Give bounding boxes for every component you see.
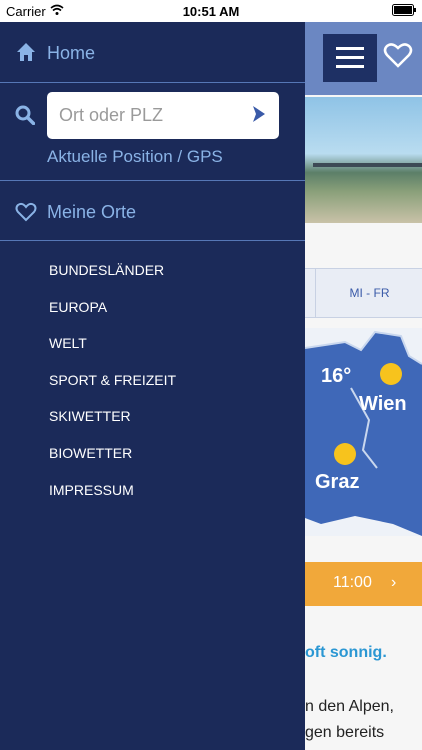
divider [0, 240, 305, 241]
home-label: Home [47, 43, 96, 63]
gps-location-link[interactable]: Aktuelle Position / GPS [47, 147, 223, 167]
map-city-1: Wien [359, 393, 407, 415]
battery-icon [392, 4, 416, 16]
search-go-arrow-icon[interactable] [252, 105, 266, 123]
favorite-heart-button[interactable] [383, 40, 413, 70]
nav-item-impressum[interactable]: IMPRESSUM [49, 482, 134, 498]
nav-item-welt[interactable]: WELT [49, 335, 87, 351]
forecast-headline: oft sonnig. [305, 644, 387, 661]
navigation-drawer: Home Ort oder PLZ Aktuelle Position / GP… [0, 22, 305, 750]
heart-icon [15, 202, 37, 222]
header-photo [305, 97, 422, 223]
home-item[interactable]: Home [0, 22, 305, 82]
time-label: 11:00 [333, 574, 372, 591]
time-selector-bar[interactable]: 11:00 › [305, 562, 422, 606]
menu-line-icon [336, 65, 364, 68]
nav-item-sport-freizeit[interactable]: SPORT & FREIZEIT [49, 372, 176, 388]
chevron-right-icon: › [391, 574, 397, 591]
sun-icon-1 [380, 363, 402, 385]
divider [0, 82, 305, 83]
menu-line-icon [336, 56, 364, 59]
sun-icon-2 [334, 443, 356, 465]
nav-item-biowetter[interactable]: BIOWETTER [49, 445, 132, 461]
nav-item-skiwetter[interactable]: SKIWETTER [49, 408, 131, 424]
map-temp-1: 16° [321, 365, 351, 387]
divider [0, 180, 305, 181]
forecast-tab-bar: MI - FR [305, 268, 422, 318]
nav-item-bundeslaender[interactable]: BUNDESLÄNDER [49, 262, 164, 278]
my-places-link[interactable]: Meine Orte [47, 202, 136, 223]
menu-line-icon [336, 47, 364, 50]
weather-map: 16° Wien Graz [305, 328, 422, 536]
map-city-2: Graz [315, 471, 359, 493]
background-app: MI - FR 16° Wien Graz 11:00 › oft sonnig… [305, 22, 422, 750]
search-icon [15, 105, 35, 125]
search-input[interactable]: Ort oder PLZ [47, 92, 279, 139]
status-bar: Carrier 10:51 AM [0, 0, 422, 22]
tab-mi-fr[interactable]: MI - FR [315, 269, 422, 317]
bridge-shape [313, 163, 422, 167]
forecast-text-line-2: gen bereits [305, 724, 385, 741]
hamburger-menu-button[interactable] [323, 34, 377, 82]
home-icon [17, 43, 35, 61]
app-header [305, 22, 422, 95]
nav-item-europa[interactable]: EUROPA [49, 299, 107, 315]
forecast-text-line-1: n den Alpen, [305, 698, 394, 715]
clock: 10:51 AM [182, 4, 240, 19]
